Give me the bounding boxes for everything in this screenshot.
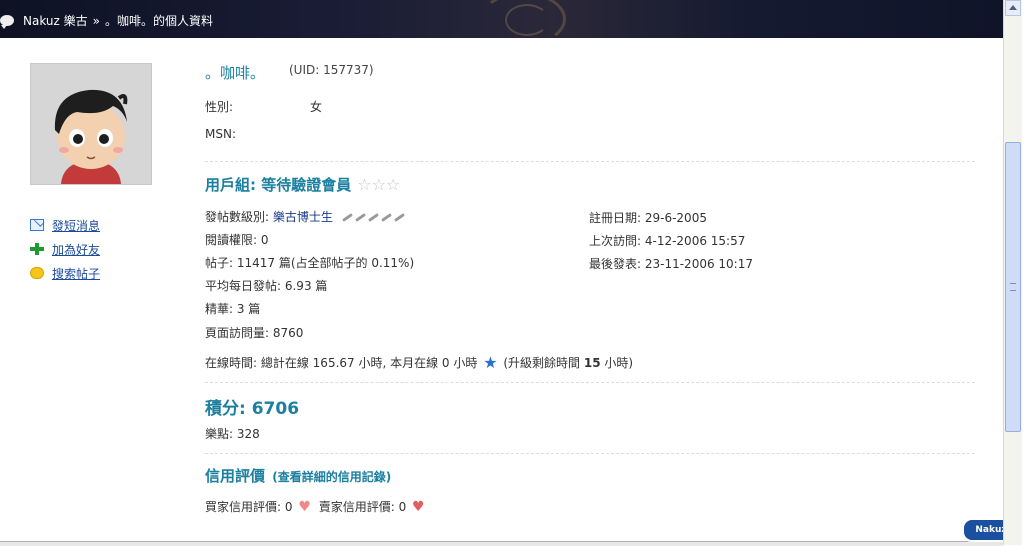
cartoon-avatar-icon <box>31 64 151 184</box>
upgrade-hours: 15 <box>583 356 601 370</box>
gender-row: 性別: 女 <box>205 98 322 115</box>
credit-heading: 信用評價 (查看詳細的信用記錄) <box>205 465 391 486</box>
heart-icon: ♥ <box>298 499 311 515</box>
credit-detail-link[interactable]: (查看詳細的信用記錄) <box>272 470 391 484</box>
mail-icon <box>30 219 44 231</box>
header-ornament-inner <box>505 4 549 36</box>
level-rank-icons <box>341 213 406 222</box>
upgrade-suffix: 小時) <box>604 356 634 370</box>
add-friend-link[interactable]: 加為好友 <box>52 241 100 258</box>
buyer-credit: 買家信用評價: 0 <box>205 500 293 514</box>
posts-row: 帖子: 11417 篇(占全部帖子的 0.11%) <box>205 256 415 270</box>
send-message-link[interactable]: 發短消息 <box>52 217 100 234</box>
star-icon: ★ <box>483 353 498 372</box>
search-posts-action[interactable]: 搜索帖子 <box>30 261 100 285</box>
search-posts-link[interactable]: 搜索帖子 <box>52 265 100 282</box>
level-label: 發帖數級別: <box>205 210 270 224</box>
register-date: 註冊日期: 29-6-2005 <box>589 211 707 225</box>
user-group-heading: 用戶組: 等待驗證會員 ☆☆☆ <box>205 174 400 195</box>
read-permission-row: 閱讀權限: 0 <box>205 233 269 247</box>
scroll-thumb[interactable] <box>1005 142 1021 432</box>
broken-heart-icon: ♥ <box>412 499 425 515</box>
breadcrumb-current-page: 。咖啡。的個人資料 <box>104 14 213 28</box>
last-post: 最後發表: 23-11-2006 10:17 <box>589 257 753 271</box>
vertical-scrollbar[interactable] <box>1003 0 1022 545</box>
breadcrumb-site-link[interactable]: Nakuz 樂古 <box>23 12 88 29</box>
breadcrumb: Nakuz 樂古 » 。咖啡。的個人資料 <box>0 12 213 29</box>
quill-icon <box>393 213 405 222</box>
profile-nickname: 。咖啡。 <box>205 64 266 82</box>
page-bottom-border <box>0 541 1003 546</box>
speech-bubble-icon <box>0 15 14 29</box>
gender-value: 女 <box>310 100 323 114</box>
msn-row: MSN: <box>205 127 236 141</box>
send-message-action[interactable]: 發短消息 <box>30 213 100 237</box>
profile-actions: 發短消息 加為好友 搜索帖子 <box>30 213 100 285</box>
level-row: 發帖數級別: 樂古博士生 <box>205 208 406 225</box>
msn-label: MSN: <box>205 127 236 141</box>
upgrade-prefix: (升級剩餘時間 <box>503 356 581 370</box>
page-views-row: 頁面訪問量: 8760 <box>205 326 304 340</box>
credit-title: 信用評價 <box>205 467 266 485</box>
section-divider <box>205 161 975 162</box>
profile-uid: (UID: 157737) <box>289 63 374 77</box>
gender-label: 性別: <box>205 100 234 114</box>
header-bar: Nakuz 樂古 » 。咖啡。的個人資料 <box>0 0 1003 38</box>
quill-icon <box>380 213 392 222</box>
online-time-text: 在線時間: 總計在線 165.67 小時, 本月在線 0 小時 <box>205 356 478 370</box>
breadcrumb-separator: » <box>92 13 100 28</box>
plus-icon <box>30 243 44 255</box>
seller-credit: 賣家信用評價: 0 <box>318 500 407 514</box>
rank-stars-icon: ☆☆☆ <box>357 175 401 194</box>
daily-posts-row: 平均每日發帖: 6.93 篇 <box>205 279 328 293</box>
quill-icon <box>341 213 353 222</box>
points-row: 樂點: 328 <box>205 427 260 441</box>
quill-icon <box>354 213 366 222</box>
score-title: 積分: 6706 <box>205 399 300 419</box>
scroll-up-button[interactable] <box>1005 0 1021 16</box>
online-time-row: 在線時間: 總計在線 165.67 小時, 本月在線 0 小時 ★ (升級剩餘時… <box>205 353 633 372</box>
avatar <box>30 63 152 185</box>
section-divider <box>205 453 975 454</box>
credit-row: 買家信用評價: 0 ♥ 賣家信用評價: 0 ♥ <box>205 498 425 515</box>
digest-row: 精華: 3 篇 <box>205 302 261 316</box>
section-divider <box>205 382 975 383</box>
user-group-title: 用戶組: 等待驗證會員 <box>205 176 352 194</box>
level-value: 樂古博士生 <box>272 210 333 224</box>
chat-bubble-icon <box>30 267 44 279</box>
add-friend-action[interactable]: 加為好友 <box>30 237 100 261</box>
quill-icon <box>367 213 379 222</box>
last-visit: 上次訪問: 4-12-2006 15:57 <box>589 234 746 248</box>
